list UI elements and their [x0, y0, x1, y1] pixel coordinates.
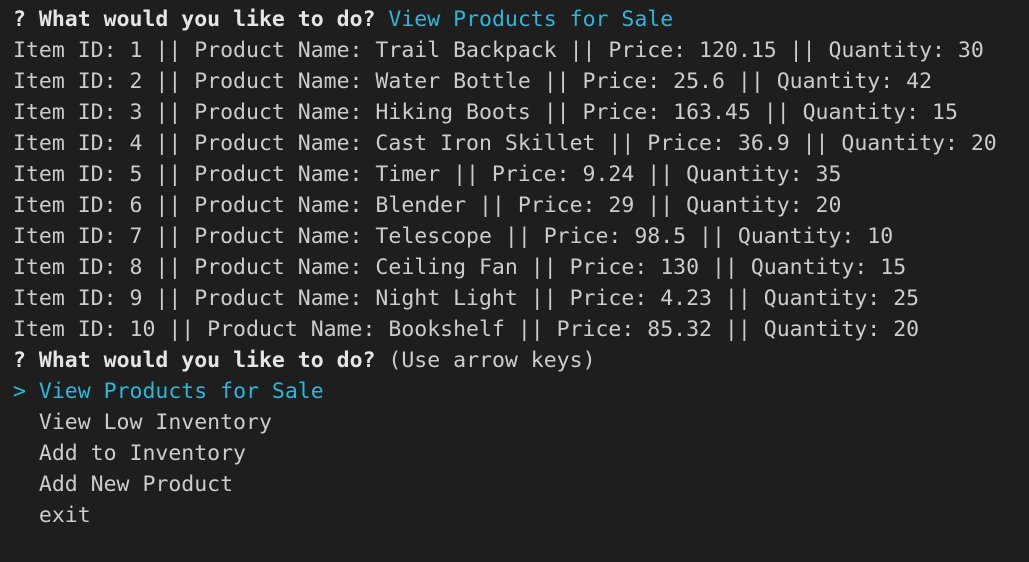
menu-choice-exit[interactable]: exit: [13, 500, 1029, 531]
prompt-marker: ?: [13, 348, 26, 373]
menu-choice-add-new-product[interactable]: Add New Product: [13, 469, 1029, 500]
prompt-answer: View Products for Sale: [388, 7, 674, 32]
menu-choice-label: View Products for Sale: [38, 379, 324, 404]
terminal-window: ? What would you like to do? View Produc…: [0, 0, 1029, 562]
product-row: Item ID: 1 || Product Name: Trail Backpa…: [13, 38, 984, 63]
menu-choice-label: Add New Product: [38, 472, 234, 497]
product-row: Item ID: 9 || Product Name: Night Light …: [13, 286, 920, 311]
prompt-active: ? What would you like to do? (Use arrow …: [13, 345, 1029, 376]
product-row: Item ID: 5 || Product Name: Timer || Pri…: [13, 162, 842, 187]
menu-choice-add-to-inventory[interactable]: Add to Inventory: [13, 438, 1029, 469]
product-row: Item ID: 6 || Product Name: Blender || P…: [13, 193, 842, 218]
menu-choice-label: exit: [38, 503, 91, 528]
product-row: Item ID: 3 || Product Name: Hiking Boots…: [13, 100, 958, 125]
prompt-question: What would you like to do?: [38, 348, 376, 373]
menu-choice-label: Add to Inventory: [38, 441, 246, 466]
prompt-question: What would you like to do?: [38, 7, 376, 32]
product-row: Item ID: 4 || Product Name: Cast Iron Sk…: [13, 131, 997, 156]
menu-choice-view-products[interactable]: > View Products for Sale: [13, 376, 1029, 407]
prompt-answered: ? What would you like to do? View Produc…: [13, 4, 1029, 35]
product-row: Item ID: 2 || Product Name: Water Bottle…: [13, 69, 933, 94]
product-row: Item ID: 8 || Product Name: Ceiling Fan …: [13, 255, 907, 280]
prompt-hint: (Use arrow keys): [388, 348, 596, 373]
product-row: Item ID: 7 || Product Name: Telescope ||…: [13, 224, 894, 249]
menu-pointer-icon: >: [13, 379, 26, 404]
prompt-marker: ?: [13, 7, 26, 32]
product-row: Item ID: 10 || Product Name: Bookshelf |…: [13, 317, 920, 342]
menu-choice-label: View Low Inventory: [38, 410, 272, 435]
menu-choice-view-low-inventory[interactable]: View Low Inventory: [13, 407, 1029, 438]
